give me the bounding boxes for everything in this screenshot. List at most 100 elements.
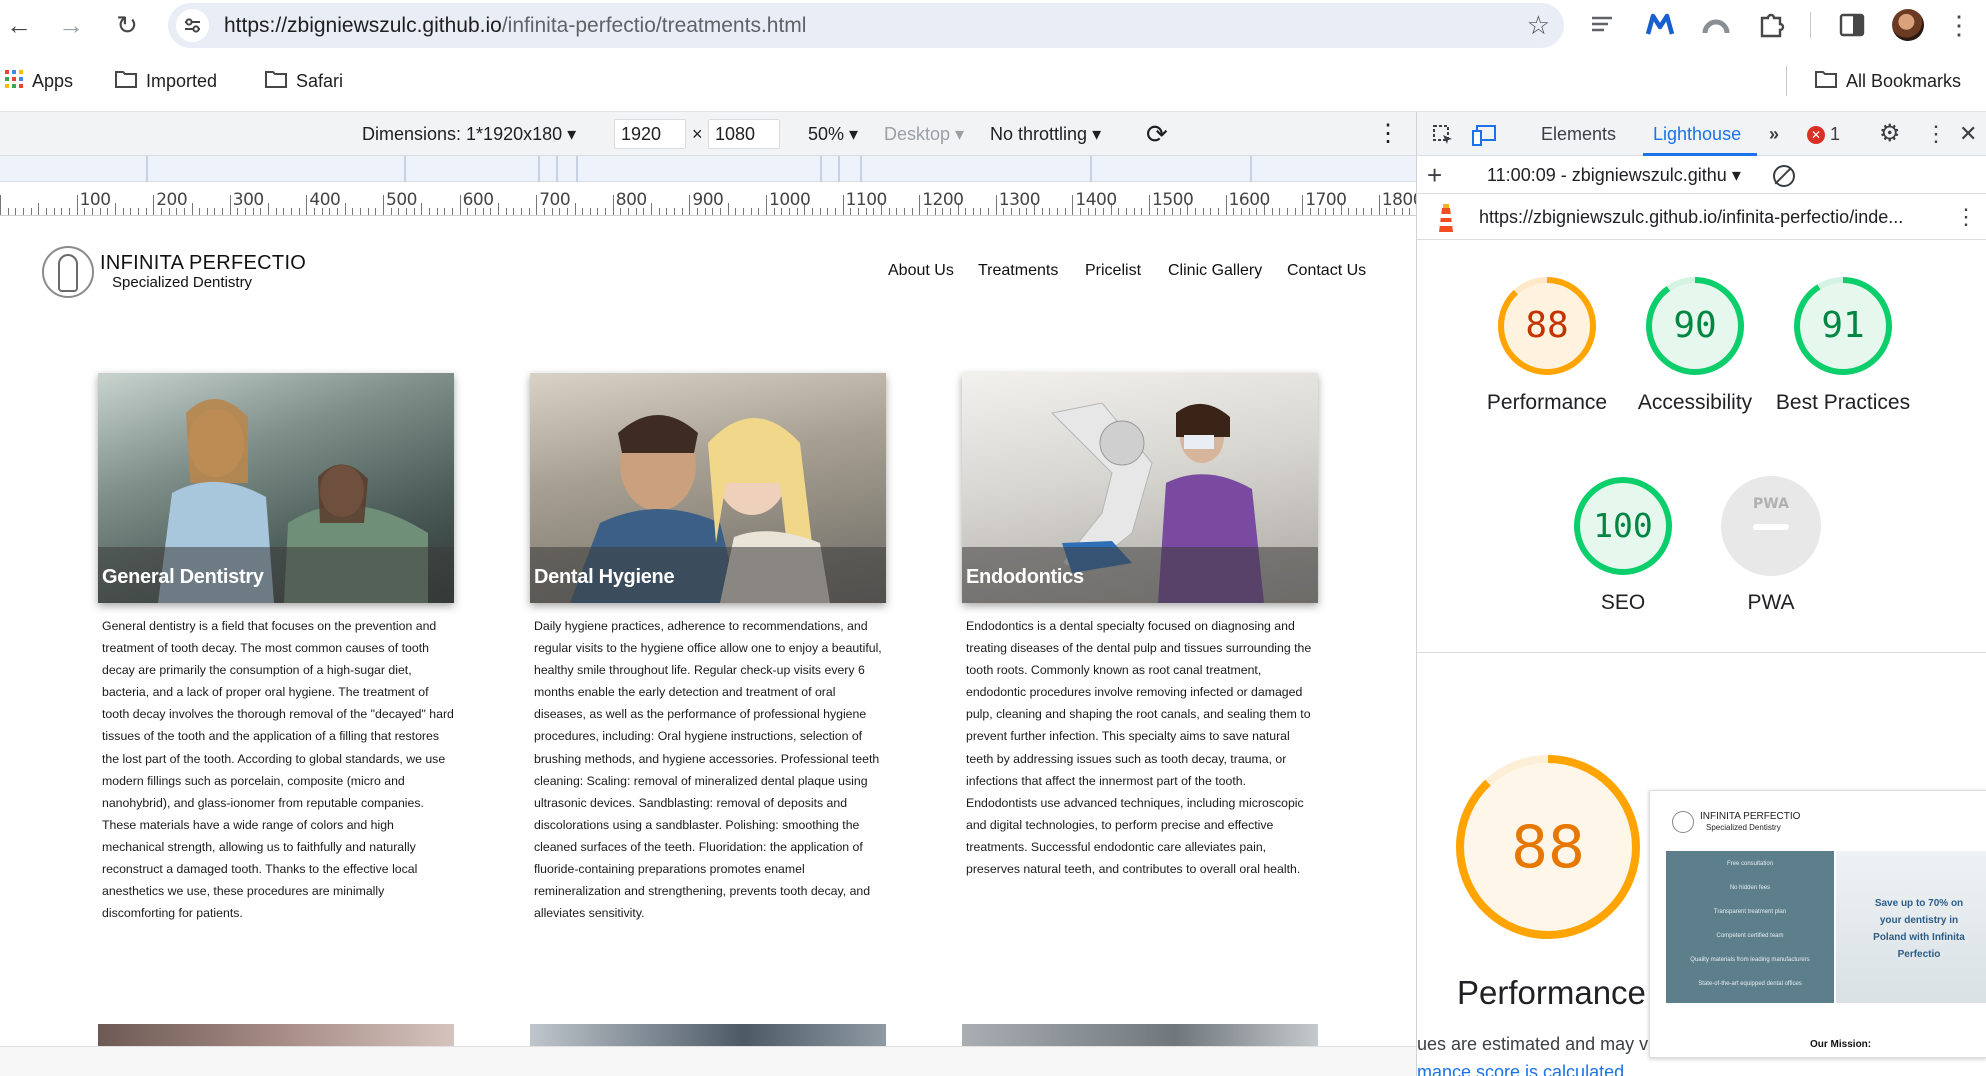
ruler-tick <box>1271 208 1273 215</box>
profile-avatar[interactable] <box>1892 9 1924 41</box>
dimensions-select[interactable]: Dimensions: 1*1920x180 ▾ <box>362 112 576 156</box>
ruler-tick <box>1202 208 1204 215</box>
ruler-label: 1200 <box>922 190 964 210</box>
benefit-item: State-of-the-art equipped dental offices <box>1698 981 1802 987</box>
thumbnail-promo-text: Save up to 70% on your dentistry in Pola… <box>1873 898 1965 960</box>
extensions-puzzle-icon[interactable] <box>1756 9 1788 41</box>
tab-elements[interactable]: Elements <box>1541 112 1616 156</box>
tab-lighthouse[interactable]: Lighthouse <box>1653 112 1741 156</box>
accessibility-gauge[interactable]: 90 <box>1643 274 1747 378</box>
width-input[interactable]: 1920 <box>614 119 686 149</box>
performance-gauge[interactable]: 88 <box>1495 274 1599 378</box>
card-text: General dentistry is a field that focuse… <box>102 619 454 921</box>
rotate-icon[interactable]: ⟳ <box>1146 112 1168 156</box>
ruler-tick <box>206 208 208 215</box>
folder-icon <box>264 69 288 96</box>
seo-gauge[interactable]: 100 <box>1571 474 1675 578</box>
devtools-more-icon[interactable]: ⋮ <box>1925 112 1947 156</box>
score-calculation-link[interactable]: mance score is calculated <box>1417 1062 1624 1076</box>
bookmark-apps[interactable]: Apps <box>4 68 73 94</box>
ruler-tick <box>7 208 9 215</box>
settings-gear-icon[interactable]: ⚙ <box>1879 112 1901 156</box>
site-logo-icon[interactable] <box>42 246 94 298</box>
nav-contact-us[interactable]: Contact Us <box>1287 262 1366 280</box>
bookmarks-divider <box>1786 66 1787 96</box>
nav-treatments[interactable]: Treatments <box>978 262 1058 280</box>
thumbnail-tagline: Specialized Dentistry <box>1706 823 1781 832</box>
ruler-tick <box>1217 208 1219 215</box>
device-toggle-icon[interactable] <box>1471 112 1497 156</box>
page-viewport: INFINITA PERFECTIO Specialized Dentistry… <box>0 216 1416 1046</box>
ruler-tick <box>344 203 346 215</box>
ruler-tick <box>15 208 17 215</box>
clear-reports-icon[interactable] <box>1773 165 1795 187</box>
ruler-label: 900 <box>692 190 724 210</box>
report-selector[interactable]: 11:00:09 - zbigniewszulc.githu ▾ <box>1487 156 1741 194</box>
back-icon[interactable]: ← <box>2 8 36 42</box>
card-image-next-row <box>962 1024 1318 1046</box>
extension-m-icon[interactable] <box>1644 9 1676 41</box>
pwa-gauge[interactable]: PWA <box>1719 474 1823 578</box>
more-tabs-icon[interactable]: » <box>1769 112 1779 156</box>
address-bar[interactable]: https://zbigniewszulc.github.io/infinita… <box>168 3 1564 48</box>
ruler-tick <box>191 203 193 215</box>
nav-clinic-gallery[interactable]: Clinic Gallery <box>1168 262 1262 280</box>
card-image-dental-hygiene: Dental Hygiene <box>530 373 886 603</box>
card-image-next-row <box>530 1024 886 1046</box>
ruler-tick <box>995 195 997 215</box>
best-practices-gauge[interactable]: 91 <box>1791 274 1895 378</box>
benefit-item: Competent certified team <box>1716 933 1784 939</box>
reading-list-icon[interactable] <box>1586 9 1618 41</box>
bookmark-safari[interactable]: Safari <box>264 68 343 94</box>
folder-icon <box>114 69 138 96</box>
card-text: Endodontics is a dental specialty focuse… <box>966 619 1312 877</box>
reload-icon[interactable]: ↻ <box>110 8 144 42</box>
site-brand[interactable]: INFINITA PERFECTIO <box>100 252 306 274</box>
ruler-tick <box>1286 208 1288 215</box>
close-devtools-icon[interactable]: ✕ <box>1959 112 1977 156</box>
benefit-item: No hidden fees <box>1729 885 1771 891</box>
site-info-icon[interactable] <box>176 9 209 42</box>
bookmark-all[interactable]: All Bookmarks <box>1814 68 1961 94</box>
error-count-badge[interactable]: ✕ 1 <box>1807 112 1840 156</box>
new-report-icon[interactable]: + <box>1427 156 1442 194</box>
bookmark-star-icon[interactable]: ☆ <box>1527 3 1550 48</box>
ruler-tick <box>1049 208 1051 215</box>
extension-arc-icon[interactable] <box>1700 9 1732 41</box>
height-input[interactable]: 1080 <box>708 119 780 149</box>
ruler-tick <box>22 208 24 215</box>
ruler-tick <box>1210 208 1212 215</box>
nav-about-us[interactable]: About Us <box>888 262 954 280</box>
throttling-select[interactable]: No throttling ▾ <box>990 112 1101 156</box>
chrome-menu-icon[interactable]: ⋮ <box>1946 8 1972 42</box>
bookmark-imported[interactable]: Imported <box>114 68 217 94</box>
performance-heading: Performance <box>1457 974 1646 1011</box>
forward-icon[interactable]: → <box>54 8 88 42</box>
report-menu-icon[interactable]: ⋮ <box>1955 194 1977 240</box>
device-more-icon[interactable]: ⋮ <box>1376 112 1400 156</box>
ruler-tick <box>1348 208 1350 215</box>
card-title: Dental Hygiene <box>534 566 675 588</box>
performance-label: Performance <box>1486 391 1608 414</box>
ruler-tick <box>743 208 745 215</box>
ruler-tick <box>214 208 216 215</box>
report-url[interactable]: https://zbigniewszulc.github.io/infinita… <box>1479 194 1903 240</box>
seo-label: SEO <box>1600 591 1646 614</box>
ruler-tick <box>896 208 898 215</box>
page-screenshot-thumbnail[interactable]: INFINITA PERFECTIO Specialized Dentistry… <box>1649 790 1986 1058</box>
device-type-select[interactable]: Desktop ▾ <box>884 112 964 156</box>
media-query-bar[interactable] <box>0 156 1416 182</box>
ruler-tick <box>1072 195 1074 215</box>
pwa-label: PWA <box>1747 591 1795 614</box>
accessibility-label: Accessibility <box>1637 391 1753 414</box>
ruler-tick <box>229 195 231 215</box>
card-title: General Dentistry <box>102 566 264 588</box>
inspect-element-icon[interactable] <box>1431 112 1455 156</box>
zoom-select[interactable]: 50% ▾ <box>808 112 858 156</box>
ruler-tick <box>428 208 430 215</box>
ruler-tick <box>674 208 676 215</box>
ruler-tick <box>727 203 729 215</box>
nav-pricelist[interactable]: Pricelist <box>1085 262 1141 280</box>
side-panel-icon[interactable] <box>1836 9 1868 41</box>
card-title: Endodontics <box>966 566 1084 588</box>
